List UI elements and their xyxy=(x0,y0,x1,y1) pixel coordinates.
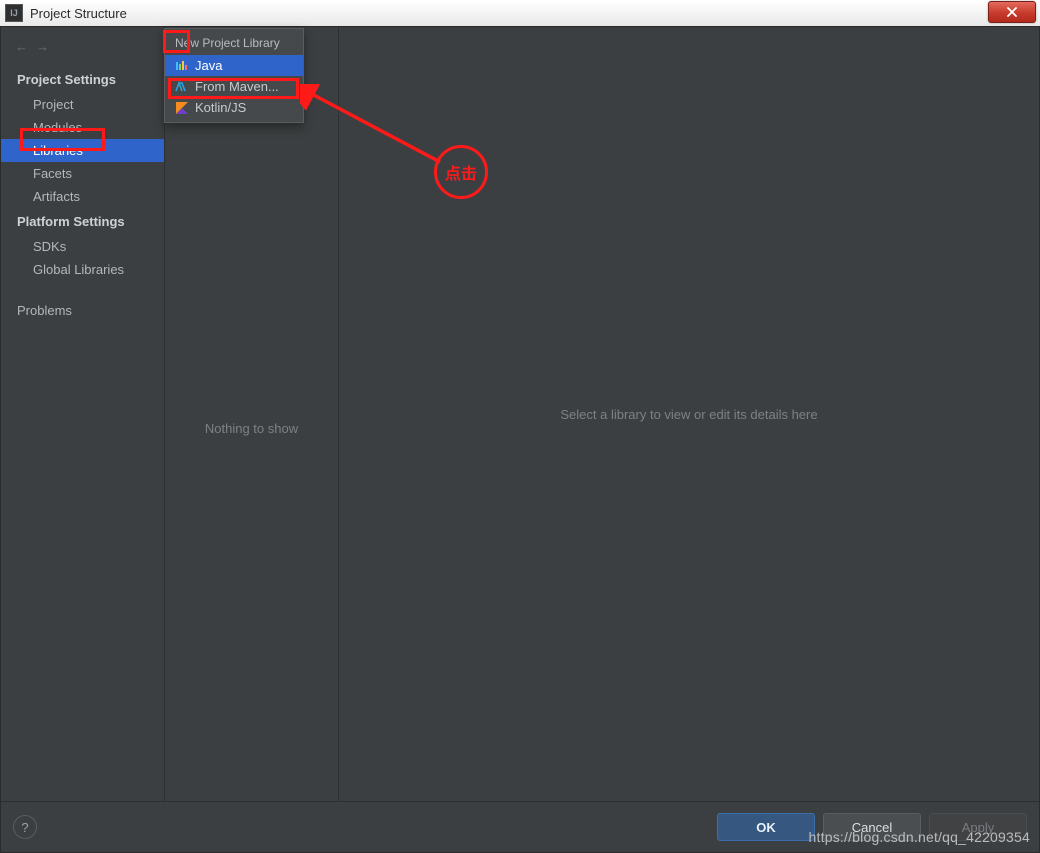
heading-platform-settings: Platform Settings xyxy=(1,208,164,235)
heading-project-settings: Project Settings xyxy=(1,66,164,93)
nav-back-button[interactable]: ← xyxy=(15,39,28,54)
sidebar-item-project[interactable]: Project xyxy=(1,93,164,116)
popup-item-kotlinjs-label: Kotlin/JS xyxy=(195,100,246,115)
detail-placeholder: Select a library to view or edit its det… xyxy=(560,407,817,422)
dialog-body: ← → Project Settings Project Modules Lib… xyxy=(0,26,1040,853)
sidebar: ← → Project Settings Project Modules Lib… xyxy=(1,27,165,802)
sidebar-item-artifacts[interactable]: Artifacts xyxy=(1,185,164,208)
sidebar-item-global-libraries[interactable]: Global Libraries xyxy=(1,258,164,281)
popup-item-from-maven-label: From Maven... xyxy=(195,79,279,94)
sidebar-item-facets[interactable]: Facets xyxy=(1,162,164,185)
new-library-popup: New Project Library Java From Maven... xyxy=(164,28,304,123)
sidebar-item-libraries[interactable]: Libraries xyxy=(1,139,164,162)
close-icon xyxy=(1006,7,1018,17)
ok-button[interactable]: OK xyxy=(717,813,815,841)
help-button[interactable]: ? xyxy=(13,815,37,839)
watermark-text: https://blog.csdn.net/qq_42209354 xyxy=(809,829,1030,845)
app-icon: IJ xyxy=(5,4,23,22)
library-list-empty: Nothing to show xyxy=(165,55,338,802)
nav-forward-button[interactable]: → xyxy=(36,39,49,54)
maven-icon xyxy=(175,80,189,94)
sidebar-item-modules[interactable]: Modules xyxy=(1,116,164,139)
window-close-button[interactable] xyxy=(988,1,1036,23)
sidebar-item-problems[interactable]: Problems xyxy=(1,299,164,322)
window-title: Project Structure xyxy=(30,6,127,21)
popup-item-kotlinjs[interactable]: Kotlin/JS xyxy=(165,97,303,118)
kotlinjs-icon xyxy=(175,101,189,115)
java-icon xyxy=(175,59,189,73)
popup-item-java-label: Java xyxy=(195,58,222,73)
popup-item-from-maven[interactable]: From Maven... xyxy=(165,76,303,97)
library-empty-text: Nothing to show xyxy=(205,421,298,436)
sidebar-item-sdks[interactable]: SDKs xyxy=(1,235,164,258)
title-bar: IJ Project Structure xyxy=(0,0,1040,27)
app-icon-text: IJ xyxy=(10,9,18,18)
library-detail-pane: Select a library to view or edit its det… xyxy=(339,27,1039,802)
nav-arrows: ← → xyxy=(1,33,164,66)
popup-title: New Project Library xyxy=(165,33,303,55)
library-list-panel: Nothing to show xyxy=(165,27,339,802)
popup-item-java[interactable]: Java xyxy=(165,55,303,76)
